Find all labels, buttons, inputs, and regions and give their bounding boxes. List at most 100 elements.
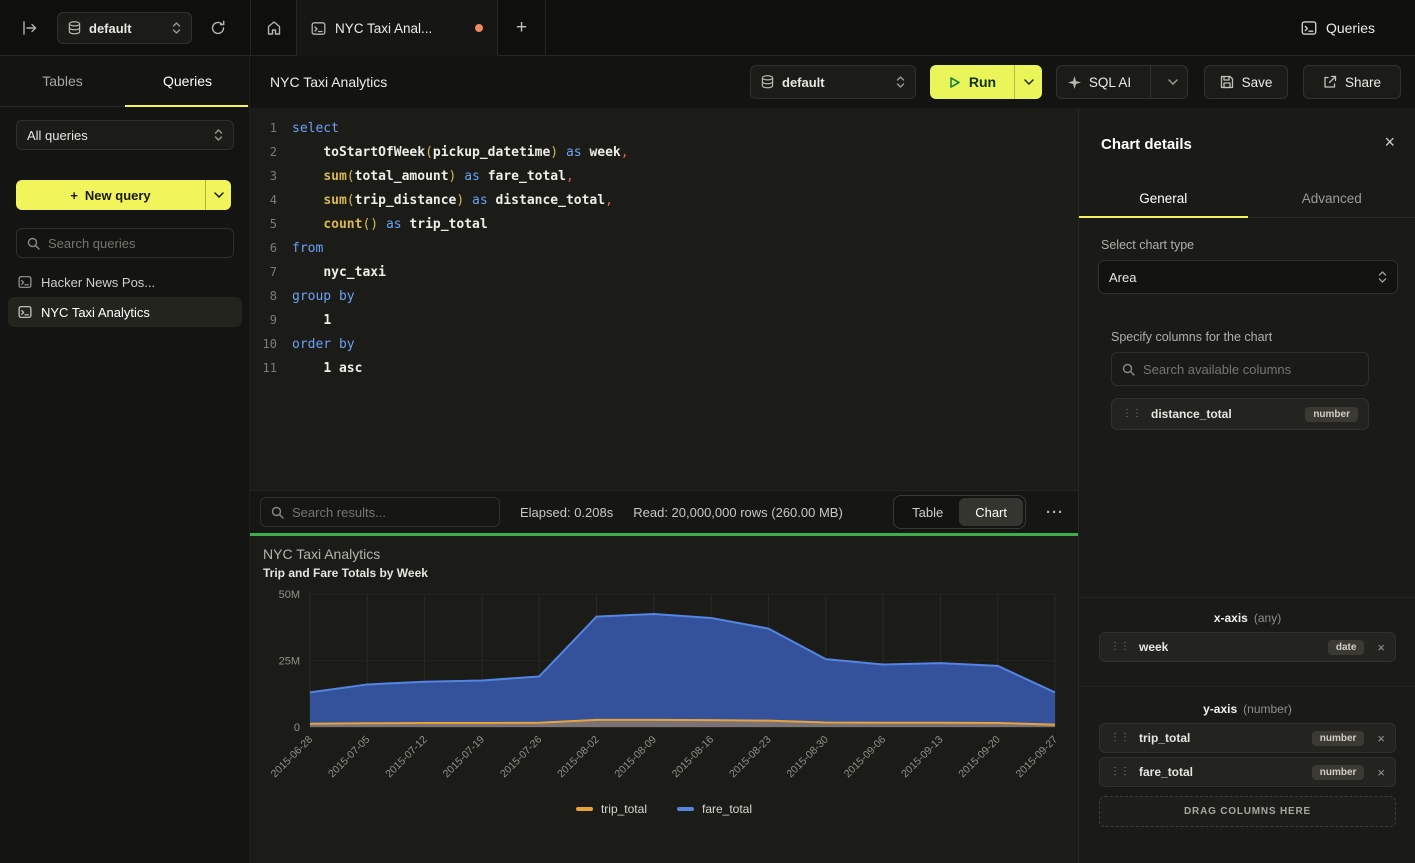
available-column-distance-total[interactable]: ⋮⋮ distance_total number <box>1111 398 1369 430</box>
sql-line[interactable]: 7 nyc_taxi <box>250 260 1078 284</box>
sidebar-toggle-button[interactable] <box>22 20 38 36</box>
sidebar-tab-tables[interactable]: Tables <box>0 56 125 106</box>
y-axis-column-fare-total[interactable]: ⋮⋮ fare_total number × <box>1099 757 1396 787</box>
sql-code: order by <box>277 337 355 352</box>
sql-ai-button[interactable]: SQL AI <box>1056 65 1188 99</box>
view-table-button[interactable]: Table <box>896 498 959 526</box>
sidebar-tabs: Tables Queries <box>0 56 250 107</box>
save-button[interactable]: Save <box>1204 65 1288 99</box>
remove-column-icon[interactable]: × <box>1377 640 1385 655</box>
x-axis-title: x-axis <box>1214 611 1248 625</box>
y-tick-label: 25M <box>279 656 300 668</box>
elapsed-time: Elapsed: 0.208s <box>520 505 613 520</box>
line-number: 3 <box>250 169 277 183</box>
legend-item-fare-total[interactable]: fare_total <box>677 802 752 816</box>
tab-advanced[interactable]: Advanced <box>1248 180 1415 217</box>
x-tick-label: 2015-08-23 <box>727 734 774 781</box>
button-divider <box>1150 66 1151 98</box>
column-name: week <box>1139 640 1168 654</box>
sql-ai-caret[interactable] <box>1159 79 1187 85</box>
columns-search-input[interactable] <box>1143 362 1358 377</box>
run-button[interactable]: Run <box>930 65 1042 99</box>
chart-type-select[interactable]: Area <box>1098 260 1398 294</box>
select-caret-icon <box>1378 270 1387 284</box>
sql-code: from <box>277 241 323 256</box>
x-axis-column-week[interactable]: ⋮⋮ week date × <box>1099 632 1396 662</box>
drag-handle-icon[interactable]: ⋮⋮ <box>1110 767 1130 777</box>
drag-handle-icon[interactable]: ⋮⋮ <box>1122 409 1142 419</box>
new-query-caret[interactable] <box>206 180 231 210</box>
new-tab-button[interactable]: + <box>498 0 546 56</box>
line-number: 10 <box>250 337 277 351</box>
y-axis-header: y-axis (number) <box>1079 702 1415 716</box>
legend-swatch <box>677 807 694 811</box>
tab-general[interactable]: General <box>1079 180 1248 217</box>
sql-line[interactable]: 1select <box>250 116 1078 140</box>
line-number: 5 <box>250 217 277 231</box>
editor-database-select[interactable]: default <box>750 65 916 99</box>
topbar-database-select[interactable]: default <box>57 12 192 44</box>
share-label: Share <box>1345 75 1381 90</box>
queries-filter-select[interactable]: All queries <box>16 120 234 150</box>
run-options-caret[interactable] <box>1015 65 1042 99</box>
drag-handle-icon[interactable]: ⋮⋮ <box>1110 733 1130 743</box>
sql-code: 1 asc <box>277 361 362 376</box>
remove-column-icon[interactable]: × <box>1377 731 1385 746</box>
tab-nyc-taxi-analytics[interactable]: NYC Taxi Anal... <box>297 0 498 56</box>
query-item-label: Hacker News Pos... <box>41 275 155 290</box>
x-tick-label: 2015-08-30 <box>784 734 831 781</box>
column-type-badge: date <box>1328 640 1365 655</box>
x-tick-label: 2015-07-12 <box>383 734 430 781</box>
select-caret-icon <box>172 21 181 35</box>
sidebar-tab-queries[interactable]: Queries <box>125 56 250 106</box>
sql-line[interactable]: 10order by <box>250 332 1078 356</box>
drag-handle-icon[interactable]: ⋮⋮ <box>1110 642 1130 652</box>
query-tab-icon <box>311 21 326 36</box>
sidebar-item-hacker-news[interactable]: Hacker News Pos... <box>8 267 242 297</box>
share-button[interactable]: Share <box>1303 65 1401 99</box>
results-search-input[interactable] <box>292 505 489 520</box>
tab-advanced-label: Advanced <box>1302 191 1362 206</box>
new-query-button[interactable]: +New query <box>16 180 231 210</box>
results-search <box>260 497 500 527</box>
x-tick-label: 2015-09-06 <box>842 734 889 781</box>
sql-line[interactable]: 6from <box>250 236 1078 260</box>
sql-code: count() as trip_total <box>277 217 488 232</box>
chart-type-label: Select chart type <box>1101 238 1194 252</box>
sql-line[interactable]: 2 toStartOfWeek(pickup_datetime) as week… <box>250 140 1078 164</box>
y-axis-column-trip-total[interactable]: ⋮⋮ trip_total number × <box>1099 723 1396 753</box>
chart-details-panel: Chart details × General Advanced Select … <box>1078 108 1415 863</box>
close-icon[interactable]: × <box>1384 132 1395 153</box>
unsaved-dot <box>475 24 483 32</box>
area-fare_total <box>310 614 1055 727</box>
queries-top-button[interactable]: Queries <box>1301 0 1375 56</box>
sql-line[interactable]: 11 1 asc <box>250 356 1078 380</box>
refresh-icon <box>210 20 226 36</box>
home-tab[interactable] <box>250 0 297 56</box>
column-type-badge: number <box>1312 731 1365 746</box>
x-axis-header: x-axis (any) <box>1079 611 1415 625</box>
sidebar-search-input[interactable] <box>48 236 223 251</box>
refresh-button[interactable] <box>210 20 226 36</box>
panel-tabs: General Advanced <box>1079 180 1415 218</box>
results-more-button[interactable]: ··· <box>1046 504 1064 521</box>
plus-icon: + <box>70 188 78 203</box>
sql-code: select <box>277 121 339 136</box>
sidebar-item-nyc-taxi[interactable]: NYC Taxi Analytics <box>8 297 242 327</box>
x-tick-label: 2015-08-02 <box>555 734 602 781</box>
view-chart-button[interactable]: Chart <box>959 498 1023 526</box>
remove-column-icon[interactable]: × <box>1377 765 1385 780</box>
sql-line[interactable]: 8group by <box>250 284 1078 308</box>
legend-item-trip-total[interactable]: trip_total <box>576 802 647 816</box>
select-caret-icon <box>896 75 905 89</box>
sql-editor[interactable]: 1select2 toStartOfWeek(pickup_datetime) … <box>250 108 1078 490</box>
sql-line[interactable]: 3 sum(total_amount) as fare_total, <box>250 164 1078 188</box>
y-axis-title: y-axis <box>1203 702 1237 716</box>
legend-swatch <box>576 807 593 811</box>
sql-line[interactable]: 4 sum(trip_distance) as distance_total, <box>250 188 1078 212</box>
sql-line[interactable]: 9 1 <box>250 308 1078 332</box>
sql-line[interactable]: 5 count() as trip_total <box>250 212 1078 236</box>
chart-subtitle: Trip and Fare Totals by Week <box>263 566 428 580</box>
save-icon <box>1220 75 1234 89</box>
drag-columns-drop-zone[interactable]: DRAG COLUMNS HERE <box>1099 796 1396 827</box>
